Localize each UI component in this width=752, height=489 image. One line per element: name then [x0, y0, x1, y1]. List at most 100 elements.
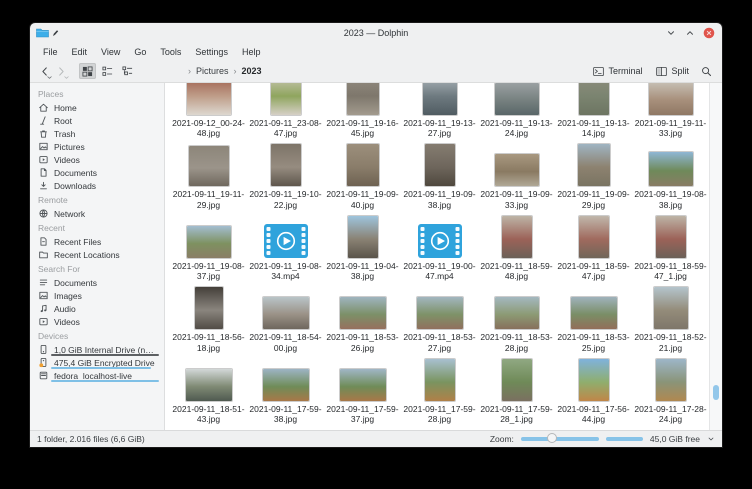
sidebar-item-home[interactable]: Home: [30, 101, 164, 114]
menu-item-settings[interactable]: Settings: [188, 45, 235, 59]
file-item[interactable]: 2021-09-11_18-52-21.jpg: [632, 283, 709, 355]
sidebar-item-label: Videos: [54, 155, 80, 165]
sidebar-item-pictures[interactable]: Pictures: [30, 140, 164, 153]
sidebar-item-label: Documents: [54, 168, 97, 178]
file-item[interactable]: 2021-09-11_18-53-28.jpg: [478, 283, 555, 355]
breadcrumb-separator-icon: ›: [234, 66, 237, 76]
folder-view[interactable]: 2021-09-12_00-24-48.jpg2021-09-11_23-08-…: [165, 83, 709, 431]
file-item[interactable]: 2021-09-11_19-13-27.jpg: [401, 83, 478, 140]
terminal-button[interactable]: Terminal: [588, 64, 647, 79]
photo-thumbnail: [555, 283, 632, 333]
zoom-slider[interactable]: [521, 437, 599, 441]
sidebar-item-recent-files[interactable]: Recent Files: [30, 235, 164, 248]
sidebar-item-root[interactable]: Root: [30, 114, 164, 127]
file-name: 2021-09-12_00-24-48.jpg: [170, 118, 247, 140]
menu-item-edit[interactable]: Edit: [65, 45, 95, 59]
file-name: 2021-09-11_19-16-45.jpg: [324, 118, 401, 140]
file-item[interactable]: 2021-09-11_19-08-37.jpg: [170, 211, 247, 283]
search-button[interactable]: [698, 64, 715, 79]
sidebar-item-fedora-localhost-live[interactable]: fedora_localhost-live: [30, 369, 164, 382]
icons-view-button[interactable]: [79, 63, 96, 79]
forward-button[interactable]: [54, 63, 69, 79]
sidebar-item-documents[interactable]: Documents: [30, 276, 164, 289]
menu-item-file[interactable]: File: [36, 45, 65, 59]
video-thumbnail: [401, 211, 478, 261]
drive-small-icon: [38, 370, 49, 381]
file-item[interactable]: 2021-09-11_19-08-38.jpg: [632, 140, 709, 212]
minimize-button[interactable]: [665, 27, 677, 39]
file-item[interactable]: 2021-09-11_19-09-38.jpg: [401, 140, 478, 212]
sidebar-item-videos[interactable]: Videos: [30, 315, 164, 328]
file-item[interactable]: 2021-09-11_19-09-29.jpg: [555, 140, 632, 212]
file-item[interactable]: 2021-09-11_17-59-28_1.jpg: [478, 354, 555, 426]
menu-item-go[interactable]: Go: [127, 45, 153, 59]
photo-thumbnail: [324, 283, 401, 333]
photo-thumbnail: [170, 211, 247, 261]
sidebar-item-label: Root: [54, 116, 72, 126]
file-item[interactable]: 2021-09-11_18-53-26.jpg: [324, 283, 401, 355]
vertical-scrollbar[interactable]: [709, 83, 722, 431]
file-item[interactable]: 2021-09-11_19-00-47.mp4: [401, 211, 478, 283]
breadcrumb-item-pictures[interactable]: Pictures: [194, 65, 231, 77]
file-item[interactable]: 2021-09-11_19-13-24.jpg: [478, 83, 555, 140]
back-button[interactable]: [37, 63, 52, 79]
menu-item-view[interactable]: View: [94, 45, 127, 59]
sidebar-item-475-4-gib-encrypted-drive[interactable]: 475,4 GiB Encrypted Drive: [30, 356, 164, 369]
file-item[interactable]: 2021-09-11_19-09-33.jpg: [478, 140, 555, 212]
breadcrumb-item-2023[interactable]: 2023: [240, 65, 264, 77]
file-item[interactable]: 2021-09-11_19-10-22.jpg: [247, 140, 324, 212]
file-item[interactable]: 2021-09-11_19-13-14.jpg: [555, 83, 632, 140]
file-item[interactable]: 2021-09-11_17-56-44.jpg: [555, 354, 632, 426]
file-item[interactable]: 2021-09-11_18-51-43.jpg: [170, 354, 247, 426]
photo-thumbnail: [324, 83, 401, 118]
maximize-button[interactable]: [684, 27, 696, 39]
image-icon: [38, 290, 49, 301]
file-item[interactable]: 2021-09-11_19-11-33.jpg: [632, 83, 709, 140]
sidebar-item-documents[interactable]: Documents: [30, 166, 164, 179]
scrollbar-thumb[interactable]: [713, 385, 719, 400]
file-item[interactable]: 2021-09-11_18-59-48.jpg: [478, 211, 555, 283]
file-item[interactable]: 2021-09-11_19-16-45.jpg: [324, 83, 401, 140]
compact-view-button[interactable]: [99, 63, 116, 79]
sidebar-item-downloads[interactable]: Downloads: [30, 179, 164, 192]
search-icon: [701, 66, 712, 77]
menu-item-tools[interactable]: Tools: [153, 45, 188, 59]
file-name: 2021-09-11_17-59-37.jpg: [324, 404, 401, 426]
file-item[interactable]: 2021-09-11_18-59-47_1.jpg: [632, 211, 709, 283]
file-item[interactable]: 2021-09-11_17-59-38.jpg: [247, 354, 324, 426]
file-item[interactable]: 2021-09-11_23-08-47.jpg: [247, 83, 324, 140]
file-item[interactable]: 2021-09-11_19-04-38.jpg: [324, 211, 401, 283]
content-area: PlacesHome RootTrashPictures Videos Documen…: [30, 82, 722, 431]
file-item[interactable]: 2021-09-11_19-09-40.jpg: [324, 140, 401, 212]
sidebar-item-videos[interactable]: Videos: [30, 153, 164, 166]
drive-icon: [38, 344, 49, 355]
photo-thumbnail: [247, 140, 324, 190]
menu-item-help[interactable]: Help: [235, 45, 268, 59]
file-item[interactable]: 2021-09-11_18-53-27.jpg: [401, 283, 478, 355]
zoom-slider-handle[interactable]: [547, 433, 557, 443]
status-summary: 1 folder, 2.016 files (6,6 GiB): [37, 434, 145, 444]
details-view-button[interactable]: [119, 63, 136, 79]
sidebar-item-audio[interactable]: Audio: [30, 302, 164, 315]
file-item[interactable]: 2021-09-11_19-11-29.jpg: [170, 140, 247, 212]
sidebar-item-network[interactable]: Network: [30, 207, 164, 220]
chevron-down-icon[interactable]: [707, 435, 715, 443]
photo-thumbnail: [478, 211, 555, 261]
file-item[interactable]: 2021-09-11_17-59-37.jpg: [324, 354, 401, 426]
file-item[interactable]: 2021-09-11_18-56-18.jpg: [170, 283, 247, 355]
split-button[interactable]: Split: [651, 64, 694, 79]
sidebar-item-images[interactable]: Images: [30, 289, 164, 302]
photo-thumbnail: [170, 354, 247, 404]
file-item[interactable]: 2021-09-12_00-24-48.jpg: [170, 83, 247, 140]
file-item[interactable]: 2021-09-11_17-28-24.jpg: [632, 354, 709, 426]
sidebar-section-places: Places: [30, 86, 164, 101]
file-item[interactable]: 2021-09-11_18-54-00.jpg: [247, 283, 324, 355]
file-item[interactable]: 2021-09-11_18-59-47.jpg: [555, 211, 632, 283]
sidebar-item-1-0-gib-internal-drive-nvme0n-[interactable]: 1,0 GiB Internal Drive (nvme0n…: [30, 343, 164, 356]
file-item[interactable]: 2021-09-11_18-53-25.jpg: [555, 283, 632, 355]
file-item[interactable]: 2021-09-11_19-08-34.mp4: [247, 211, 324, 283]
file-item[interactable]: 2021-09-11_17-59-28.jpg: [401, 354, 478, 426]
close-button[interactable]: [703, 27, 715, 39]
sidebar-item-recent-locations[interactable]: Recent Locations: [30, 248, 164, 261]
sidebar-item-trash[interactable]: Trash: [30, 127, 164, 140]
